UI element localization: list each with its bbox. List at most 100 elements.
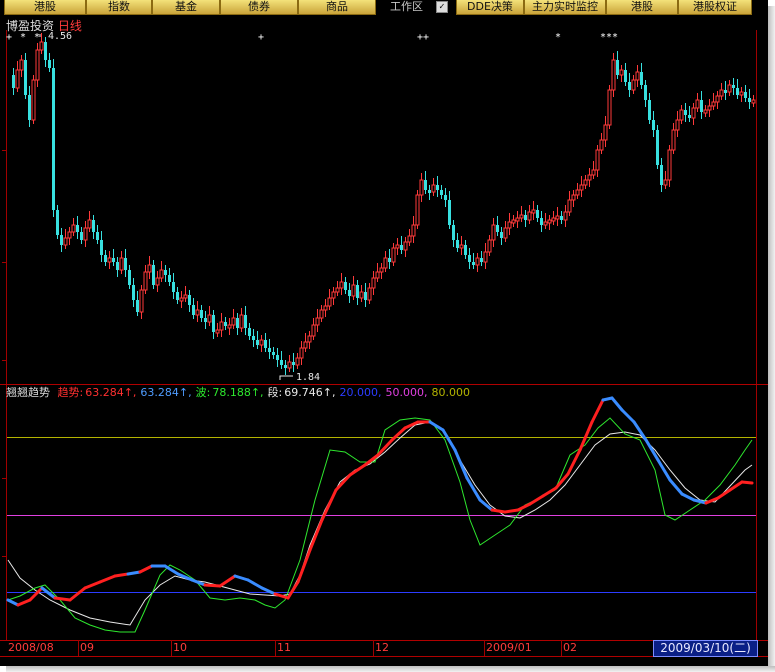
candle: [239, 314, 244, 329]
trend-segment: [541, 486, 558, 498]
candle: [751, 99, 756, 104]
trend-line: [6, 396, 754, 607]
indicator-label-0: 趋势:: [57, 386, 84, 399]
candle: [276, 355, 279, 360]
candle: [207, 314, 212, 323]
trend-segment: [620, 408, 636, 424]
candle: [307, 335, 312, 343]
candle: [700, 100, 703, 112]
trend-segment: [138, 564, 154, 574]
trend-segment: [83, 580, 102, 590]
candle: [496, 225, 499, 232]
candle: [452, 225, 455, 240]
candle: [644, 85, 647, 100]
candle: [124, 258, 127, 270]
candle: [60, 235, 63, 245]
candle: [736, 88, 739, 95]
candle: [579, 184, 584, 191]
trend-segment: [296, 548, 312, 584]
candle: [83, 227, 88, 241]
candle: [112, 258, 115, 262]
candle: [719, 89, 724, 97]
date-label-09: 09: [80, 641, 94, 654]
candle: [472, 262, 475, 265]
trend-segment: [98, 574, 117, 584]
svg-text:***: ***: [600, 32, 618, 43]
candle: [563, 211, 568, 221]
candle: [231, 317, 236, 326]
stock-chart-window: 港股 指数 基金 债券 商品 工作区 ✓ DDE决策 主力实时监控 港股 港股权…: [0, 0, 768, 666]
candle: [287, 361, 292, 369]
candle: [547, 219, 552, 224]
trend-segment: [218, 574, 237, 588]
date-label-11: 11: [277, 641, 291, 654]
candle: [335, 287, 340, 293]
trend-segment: [656, 458, 672, 482]
candle: [272, 352, 275, 355]
candle: [264, 340, 267, 348]
candle: [444, 195, 447, 200]
candle: [652, 120, 655, 130]
candle: [587, 174, 592, 181]
indicator-label-3: 段:: [267, 386, 283, 399]
date-label-12: 12: [375, 641, 389, 654]
candle: [536, 210, 539, 218]
candle: [543, 221, 548, 226]
candle: [663, 179, 668, 186]
candle: [107, 257, 112, 263]
candle: [147, 264, 152, 273]
candle: [48, 60, 51, 68]
trend-segment: [390, 426, 407, 442]
candle: [371, 277, 376, 289]
candle: [515, 217, 520, 222]
trend-segment: [286, 580, 300, 600]
trend-segment: [163, 564, 180, 576]
candle: [367, 287, 372, 301]
candle: [519, 214, 524, 219]
trend-segment: [578, 420, 594, 452]
candle: [400, 245, 403, 250]
candle: [248, 328, 251, 336]
candle: [195, 309, 200, 316]
candle: [540, 218, 543, 225]
candle: [619, 69, 624, 76]
candle: [724, 90, 727, 93]
trend-segment: [503, 508, 520, 514]
candle: [136, 300, 139, 312]
trend-segment: [728, 480, 744, 492]
candle: [688, 115, 691, 118]
candle: [695, 99, 700, 109]
candle: [327, 297, 332, 307]
candle: [739, 91, 744, 96]
candle: [19, 59, 24, 71]
trend-segment: [260, 586, 277, 596]
trend-segment: [348, 463, 367, 477]
candle: [419, 179, 424, 196]
trend-segment: [590, 398, 605, 424]
indicator-name: 翘翘趋势: [6, 386, 50, 399]
date-label-2008-08: 2008/08: [8, 641, 54, 654]
candle: [575, 189, 580, 196]
candle: [359, 291, 364, 299]
candle: [656, 130, 659, 165]
window-shadow-right: [768, 6, 775, 672]
wave-line: [7, 417, 753, 633]
candle: [339, 281, 344, 289]
trend-segment: [610, 396, 624, 412]
candle: [96, 232, 99, 240]
candle: [560, 216, 563, 220]
candle: [531, 209, 536, 214]
candle: [155, 277, 160, 286]
trend-segment: [680, 492, 696, 502]
candle: [383, 257, 388, 269]
trend-segment: [113, 572, 130, 578]
candle: [132, 285, 135, 300]
candle: [599, 139, 604, 151]
candle: [15, 69, 20, 89]
signal-markers: + * * + ++ * ***: [6, 32, 618, 43]
candle: [431, 184, 436, 193]
svg-text:++: ++: [417, 32, 429, 43]
candle: [503, 227, 508, 239]
candle: [464, 245, 467, 255]
candle: [280, 360, 283, 365]
